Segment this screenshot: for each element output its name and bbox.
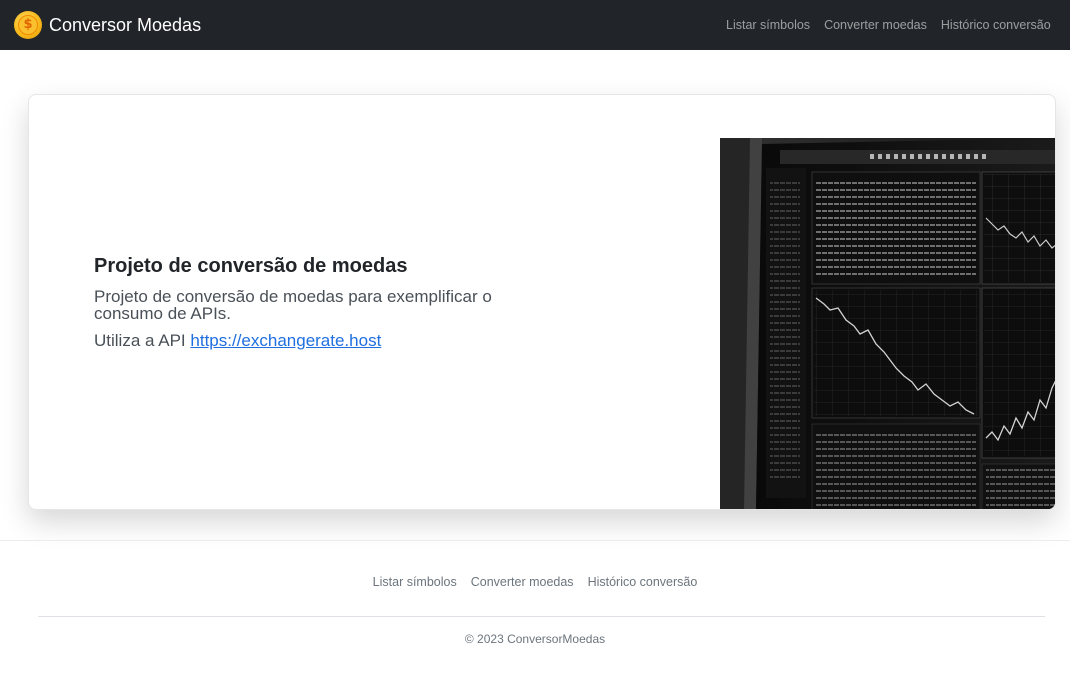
navbar: $ Conversor Moedas Listar símbolos Conve…	[0, 0, 1070, 50]
stock-chart-image	[720, 138, 1055, 509]
brand-title: Conversor Moedas	[49, 14, 202, 35]
hero-title: Projeto de conversão de moedas	[94, 255, 408, 277]
nav-link-listar-simbolos[interactable]: Listar símbolos	[719, 18, 817, 32]
api-prefix: Utiliza a API	[94, 331, 186, 350]
nav-link-converter-moedas[interactable]: Converter moedas	[817, 18, 934, 32]
stock-monitor-illustration	[720, 138, 1055, 509]
footer-link-listar-simbolos[interactable]: Listar símbolos	[366, 575, 464, 589]
hero-text: Projeto de conversão de moedas Projeto d…	[94, 253, 534, 351]
footer-copyright: © 2023 ConversorMoedas	[464, 632, 606, 646]
footer-link-converter-moedas[interactable]: Converter moedas	[464, 575, 581, 589]
footer-link-historico-conversao[interactable]: Histórico conversão	[581, 575, 705, 589]
footer-top-divider	[0, 540, 1070, 541]
brand-link[interactable]: $ Conversor Moedas	[14, 11, 201, 39]
coin-dollar-icon: $	[14, 11, 42, 39]
footer-nav: Listar símbolos Converter moedas Históri…	[0, 575, 1070, 589]
nav-link-historico-conversao[interactable]: Histórico conversão	[934, 18, 1058, 32]
hero-lead: Projeto de conversão de moedas para exem…	[94, 287, 492, 323]
api-link[interactable]: https://exchangerate.host	[190, 331, 381, 350]
footer-divider	[38, 616, 1045, 617]
nav-links: Listar símbolos Converter moedas Históri…	[719, 0, 1070, 50]
hero-card: Projeto de conversão de moedas Projeto d…	[28, 94, 1056, 510]
hero-api-line: Utiliza a API https://exchangerate.host	[94, 331, 534, 351]
